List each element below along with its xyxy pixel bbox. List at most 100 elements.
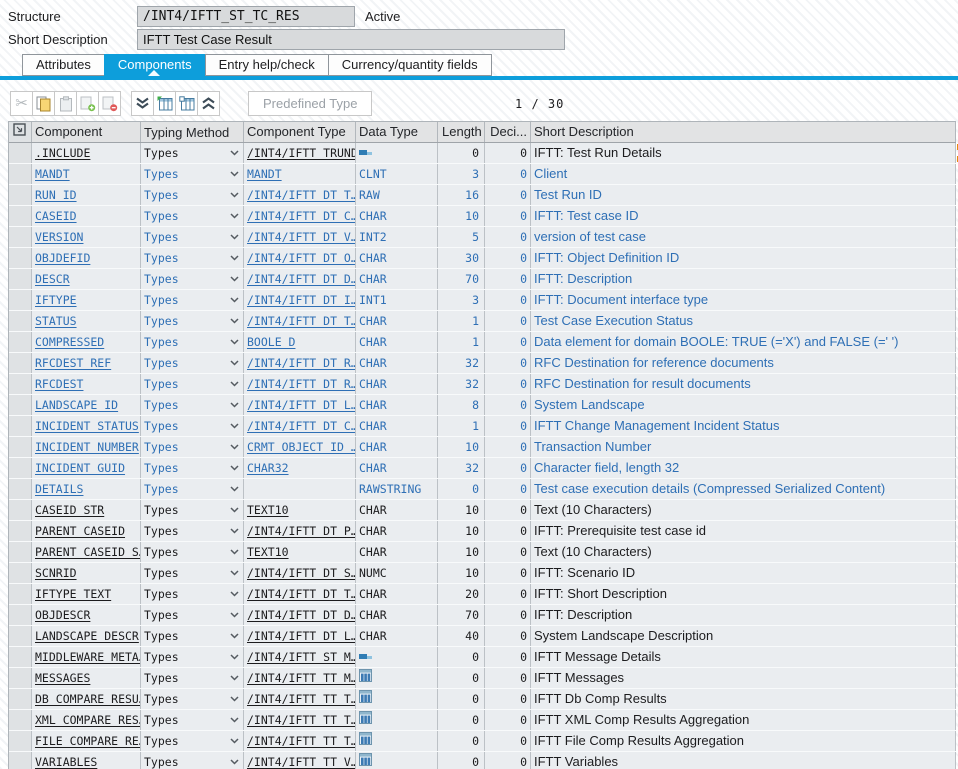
typing-method-cell[interactable]: Types: [141, 290, 244, 310]
row-selector-cell[interactable]: [9, 689, 32, 709]
tab-currency-quantity-fields[interactable]: Currency/quantity fields: [328, 54, 492, 76]
typing-method-cell[interactable]: Types: [141, 647, 244, 667]
typing-method-cell[interactable]: Types: [141, 689, 244, 709]
component-type-link[interactable]: /INT4/IFTT_DT_R…: [247, 377, 356, 391]
component-type-link[interactable]: TEXT10: [247, 503, 289, 517]
typing-method-cell[interactable]: Types: [141, 584, 244, 604]
typing-method-cell[interactable]: Types: [141, 437, 244, 457]
row-selector-cell[interactable]: [9, 479, 32, 499]
row-selector-cell[interactable]: [9, 626, 32, 646]
dropdown-icon[interactable]: [230, 444, 239, 450]
dropdown-icon[interactable]: [230, 171, 239, 177]
dropdown-icon[interactable]: [230, 318, 239, 324]
dropdown-icon[interactable]: [230, 612, 239, 618]
component-type-link[interactable]: MANDT: [247, 167, 282, 181]
component-link[interactable]: CASEID_STR: [35, 503, 104, 517]
dropdown-icon[interactable]: [230, 570, 239, 576]
row-selector-cell[interactable]: [9, 374, 32, 394]
typing-method-cell[interactable]: Types: [141, 626, 244, 646]
row-selector-cell[interactable]: [9, 752, 32, 769]
component-type-link[interactable]: /INT4/IFTT_TT_M…: [247, 671, 356, 685]
component-type-link[interactable]: /INT4/IFTT_DT_P…: [247, 524, 356, 538]
component-link[interactable]: PARENT_CASEID_S…: [35, 545, 141, 559]
typing-method-cell[interactable]: Types: [141, 710, 244, 730]
row-selector-cell[interactable]: [9, 311, 32, 331]
typing-method-cell[interactable]: Types: [141, 731, 244, 751]
component-link[interactable]: INCIDENT_NUMBER: [35, 440, 139, 454]
row-selector-cell[interactable]: [9, 458, 32, 478]
component-link[interactable]: IFTYPE: [35, 293, 77, 307]
dropdown-icon[interactable]: [230, 402, 239, 408]
typing-method-cell[interactable]: Types: [141, 185, 244, 205]
dropdown-icon[interactable]: [230, 654, 239, 660]
component-type-link[interactable]: /INT4/IFTT_DT_C…: [247, 419, 356, 433]
row-selector-cell[interactable]: [9, 605, 32, 625]
dropdown-icon[interactable]: [230, 507, 239, 513]
row-selector-cell[interactable]: [9, 227, 32, 247]
component-type-link[interactable]: /INT4/IFTT_DT_L…: [247, 629, 356, 643]
short-description-field[interactable]: IFTT Test Case Result: [137, 29, 565, 50]
dropdown-icon[interactable]: [230, 213, 239, 219]
typing-method-cell[interactable]: Types: [141, 668, 244, 688]
component-type-link[interactable]: /INT4/IFTT_ST_M…: [247, 650, 356, 664]
component-link[interactable]: .INCLUDE: [35, 146, 90, 160]
component-link[interactable]: OBJDEFID: [35, 251, 90, 265]
component-type-link[interactable]: BOOLE_D: [247, 335, 295, 349]
dropdown-icon[interactable]: [230, 297, 239, 303]
row-selector-cell[interactable]: [9, 395, 32, 415]
insert-row-button[interactable]: [76, 91, 99, 116]
component-link[interactable]: LANDSCAPE_ID: [35, 398, 118, 412]
typing-method-cell[interactable]: Types: [141, 374, 244, 394]
component-link[interactable]: STATUS: [35, 314, 77, 328]
component-link[interactable]: VERSION: [35, 230, 83, 244]
component-type-link[interactable]: /INT4/IFTT_TT_T…: [247, 734, 356, 748]
typing-method-cell[interactable]: Types: [141, 542, 244, 562]
typing-method-cell[interactable]: Types: [141, 521, 244, 541]
row-selector-cell[interactable]: [9, 647, 32, 667]
component-link[interactable]: COMPRESSED: [35, 335, 104, 349]
component-type-link[interactable]: /INT4/IFTT_DT_S…: [247, 566, 356, 580]
component-link[interactable]: VARIABLES: [35, 755, 97, 769]
component-type-link[interactable]: /INT4/IFTT_DT_V…: [247, 230, 356, 244]
dropdown-icon[interactable]: [230, 759, 239, 765]
col-header-component-type[interactable]: Component Type: [244, 122, 356, 142]
dropdown-icon[interactable]: [230, 234, 239, 240]
row-selector-cell[interactable]: [9, 521, 32, 541]
dropdown-icon[interactable]: [230, 255, 239, 261]
typing-method-cell[interactable]: Types: [141, 395, 244, 415]
component-type-link[interactable]: TEXT10: [247, 545, 289, 559]
component-type-link[interactable]: /INT4/IFTT_TT_V…: [247, 755, 356, 769]
typing-method-cell[interactable]: Types: [141, 227, 244, 247]
component-link[interactable]: DESCR: [35, 272, 70, 286]
typing-method-cell[interactable]: Types: [141, 143, 244, 163]
move-down-button[interactable]: [131, 91, 154, 116]
component-link[interactable]: INCIDENT_STATUS: [35, 419, 139, 433]
component-type-link[interactable]: /INT4/IFTT_TRUND: [247, 146, 356, 160]
dropdown-icon[interactable]: [230, 633, 239, 639]
row-selector-cell[interactable]: [9, 143, 32, 163]
component-link[interactable]: CASEID: [35, 209, 77, 223]
dropdown-icon[interactable]: [230, 423, 239, 429]
row-selector-cell[interactable]: [9, 500, 32, 520]
dropdown-icon[interactable]: [230, 381, 239, 387]
row-selector-cell[interactable]: [9, 584, 32, 604]
dropdown-icon[interactable]: [230, 192, 239, 198]
row-selector-cell[interactable]: [9, 290, 32, 310]
component-type-link[interactable]: /INT4/IFTT_DT_T…: [247, 587, 356, 601]
row-selector-cell[interactable]: [9, 416, 32, 436]
component-link[interactable]: PARENT_CASEID: [35, 524, 125, 538]
component-type-link[interactable]: /INT4/IFTT_DT_D…: [247, 608, 356, 622]
component-type-link[interactable]: /INT4/IFTT_DT_I…: [247, 293, 356, 307]
col-header-typing-method[interactable]: Typing Method: [141, 122, 244, 142]
typing-method-cell[interactable]: Types: [141, 269, 244, 289]
component-type-link[interactable]: /INT4/IFTT_DT_T…: [247, 314, 356, 328]
component-link[interactable]: XML_COMPARE_RES…: [35, 713, 141, 727]
component-link[interactable]: MIDDLEWARE_META…: [35, 650, 141, 664]
dropdown-icon[interactable]: [230, 465, 239, 471]
typing-method-cell[interactable]: Types: [141, 479, 244, 499]
component-type-link[interactable]: /INT4/IFTT_DT_O…: [247, 251, 356, 265]
col-header-component[interactable]: Component: [32, 122, 141, 142]
typing-method-cell[interactable]: Types: [141, 500, 244, 520]
row-selector-cell[interactable]: [9, 353, 32, 373]
component-link[interactable]: INCIDENT_GUID: [35, 461, 125, 475]
